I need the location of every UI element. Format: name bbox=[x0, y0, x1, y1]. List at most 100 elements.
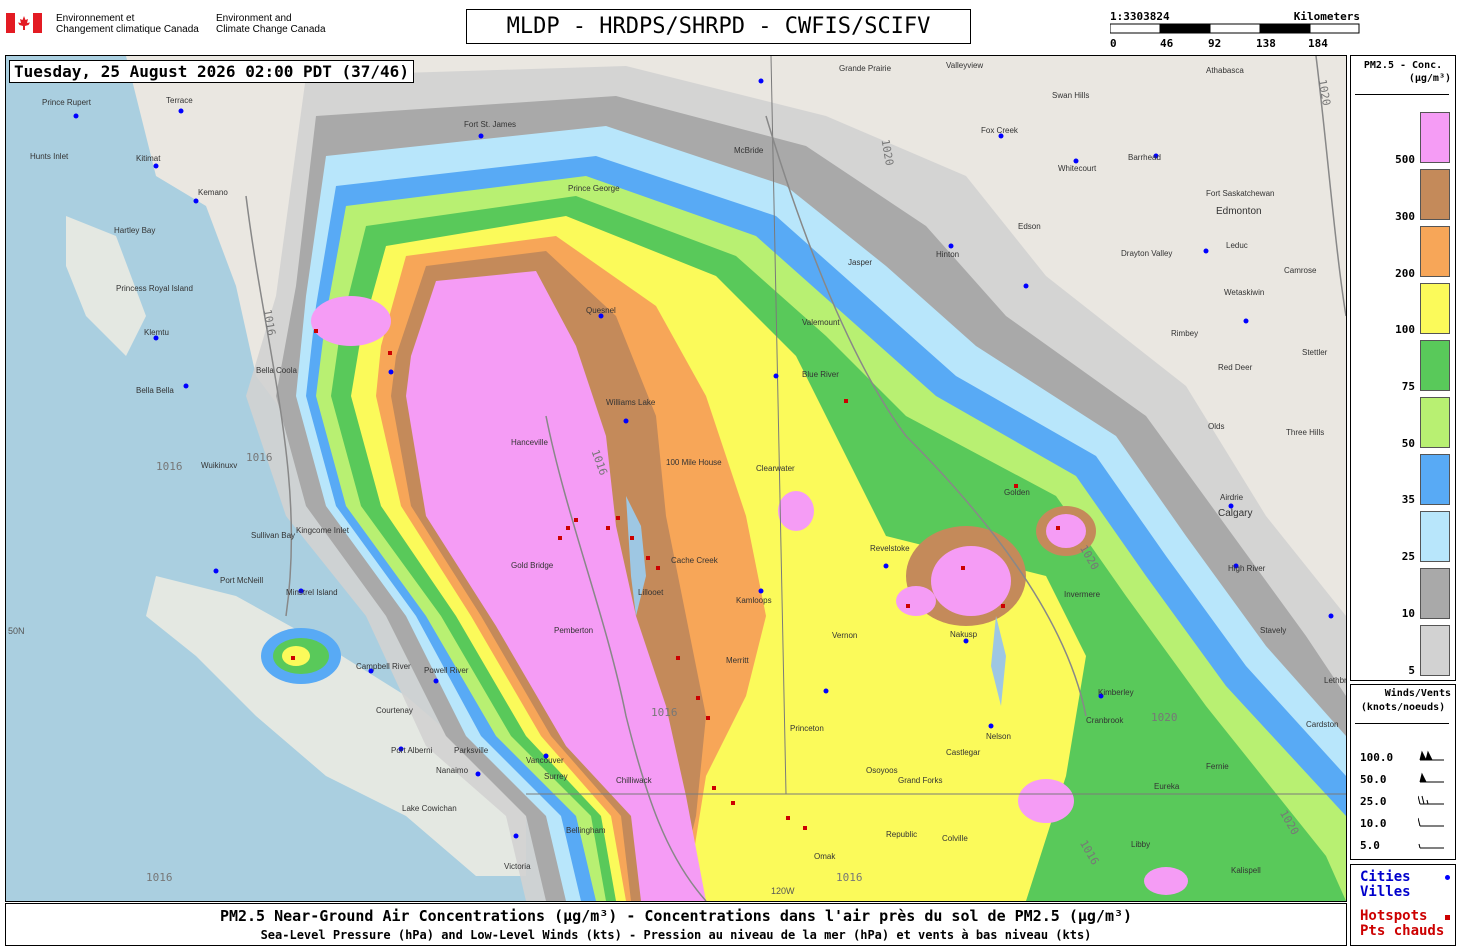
isobar-label: 1016 bbox=[246, 451, 273, 464]
city-label: Nakusp bbox=[950, 630, 978, 639]
wind-speed-label: 10.0 bbox=[1360, 817, 1387, 830]
city-label: Valemount bbox=[802, 318, 840, 327]
isobar-label: 1016 bbox=[836, 871, 863, 884]
isobar-label: 1016 bbox=[146, 871, 173, 884]
legend-value: 25 bbox=[1401, 550, 1415, 563]
scale-tick-label: 92 bbox=[1208, 37, 1222, 50]
city-label: Stavely bbox=[1260, 626, 1287, 635]
city-label: Williams Lake bbox=[606, 398, 656, 407]
isobar-label: 1016 bbox=[156, 460, 183, 473]
city-label: Valleyview bbox=[946, 61, 984, 70]
city-label: Prince George bbox=[568, 184, 620, 193]
city-label: Chilliwack bbox=[616, 776, 652, 785]
city-label: Golden bbox=[1004, 488, 1030, 497]
city-label: Kitimat bbox=[136, 154, 161, 163]
city-label: Clearwater bbox=[756, 464, 795, 473]
city-label: Osoyoos bbox=[866, 766, 898, 775]
legend-swatch-75 bbox=[1420, 340, 1450, 391]
city-label: Princeton bbox=[790, 724, 824, 733]
city-label: Quesnel bbox=[586, 306, 616, 315]
city-label: Cardston bbox=[1306, 720, 1339, 729]
city-label: McBride bbox=[734, 146, 764, 155]
canada-flag-icon bbox=[6, 13, 42, 33]
city-label: Kamloops bbox=[736, 596, 772, 605]
city-label: Kalispell bbox=[1231, 866, 1261, 875]
hotspots-label: Hotspots Pts chauds bbox=[1360, 908, 1445, 939]
legend-swatch-300 bbox=[1420, 169, 1450, 220]
city-label: Pemberton bbox=[554, 626, 594, 635]
city-label: Grande Prairie bbox=[839, 64, 892, 73]
graticule-label: 50N bbox=[8, 626, 25, 636]
city-label: Omak bbox=[814, 852, 836, 861]
city-label: Kingcome Inlet bbox=[296, 526, 349, 535]
legend-value: 75 bbox=[1401, 380, 1415, 393]
city-label: Grand Forks bbox=[898, 776, 943, 785]
wind-speed-label: 50.0 bbox=[1360, 773, 1387, 786]
city-label: Hinton bbox=[936, 250, 960, 259]
legend-units: (µg/m³) bbox=[1408, 73, 1451, 84]
scale-ratio: 1:3303824 bbox=[1110, 10, 1170, 23]
city-label: Jasper bbox=[848, 258, 873, 267]
caption-line-1: PM2.5 Near-Ground Air Concentrations (µg… bbox=[219, 907, 1133, 925]
city-label: Powell River bbox=[424, 666, 469, 675]
city-label: Campbell River bbox=[356, 662, 411, 671]
isobar-label: 1020 bbox=[1151, 711, 1178, 724]
scale-tick-label: 138 bbox=[1256, 37, 1276, 50]
city-label: Bellingham bbox=[566, 826, 606, 835]
city-label: Libby bbox=[1131, 840, 1151, 849]
city-label: Barrhead bbox=[1128, 153, 1161, 162]
legend-value: 300 bbox=[1395, 210, 1415, 223]
city-label: Eureka bbox=[1154, 782, 1180, 791]
city-label: Olds bbox=[1208, 422, 1225, 431]
city-label: Vancouver bbox=[526, 756, 564, 765]
hotspot-marker-icon bbox=[1445, 915, 1450, 920]
map-timestamp: Tuesday, 25 August 2026 02:00 PDT (37/46… bbox=[9, 60, 414, 83]
city-label: Minstrel Island bbox=[286, 588, 338, 597]
city-label: Princess Royal Island bbox=[116, 284, 193, 293]
legend-value: 50 bbox=[1401, 437, 1415, 450]
city-label: Hanceville bbox=[511, 438, 548, 447]
city-label: Lake Cowichan bbox=[402, 804, 457, 813]
city-label: Fort Saskatchewan bbox=[1206, 189, 1275, 198]
city-label: Wuikinuxv bbox=[201, 461, 238, 470]
legend-swatch-50 bbox=[1420, 397, 1450, 448]
graticule-label: 120W bbox=[771, 886, 795, 896]
city-label: Victoria bbox=[504, 862, 531, 871]
city-label: Invermere bbox=[1064, 590, 1101, 599]
wind-legend-title: Winds/Vents bbox=[1384, 688, 1451, 699]
legend-swatch-500 bbox=[1420, 112, 1450, 163]
city-label: 100 Mile House bbox=[666, 458, 722, 467]
city-label: Leduc bbox=[1226, 241, 1248, 250]
wind-speed-label: 25.0 bbox=[1360, 795, 1387, 808]
city-label: Merritt bbox=[726, 656, 749, 665]
city-label: Airdrie bbox=[1220, 493, 1244, 502]
scale-tick-label: 46 bbox=[1160, 37, 1174, 50]
map-panel[interactable]: Tuesday, 25 August 2026 02:00 PDT (37/46… bbox=[5, 55, 1347, 902]
city-label: Rimbey bbox=[1171, 329, 1199, 338]
city-label: Three Hills bbox=[1286, 428, 1325, 437]
city-label: Hartley Bay bbox=[114, 226, 156, 235]
city-label: Cache Creek bbox=[671, 556, 718, 565]
city-label: Revelstoke bbox=[870, 544, 910, 553]
city-label: Edson bbox=[1018, 222, 1041, 231]
city-label: Castlegar bbox=[946, 748, 981, 757]
city-label: Calgary bbox=[1218, 508, 1253, 519]
city-label: Port McNeill bbox=[220, 576, 264, 585]
agency-name-fr: Environnement et Changement climatique C… bbox=[56, 13, 199, 35]
scale-tick-label: 184 bbox=[1308, 37, 1328, 50]
city-label: Cranbrook bbox=[1086, 716, 1124, 725]
city-label: Nanaimo bbox=[436, 766, 469, 775]
legend-swatch-5 bbox=[1420, 625, 1450, 676]
pm25-map bbox=[6, 56, 1346, 901]
legend-value: 500 bbox=[1395, 153, 1415, 166]
city-label: Parksville bbox=[454, 746, 489, 755]
agency-name-en: Environment and Climate Change Canada bbox=[216, 13, 326, 35]
legend-swatch-200 bbox=[1420, 226, 1450, 277]
city-label: High River bbox=[1228, 564, 1266, 573]
city-label: Surrey bbox=[544, 772, 568, 781]
cities-label: Cities Villes bbox=[1360, 869, 1411, 900]
city-label: Stettler bbox=[1302, 348, 1328, 357]
legend-value: 10 bbox=[1401, 607, 1415, 620]
map-caption: PM2.5 Near-Ground Air Concentrations (µg… bbox=[5, 903, 1347, 946]
legend-swatch-100 bbox=[1420, 283, 1450, 334]
